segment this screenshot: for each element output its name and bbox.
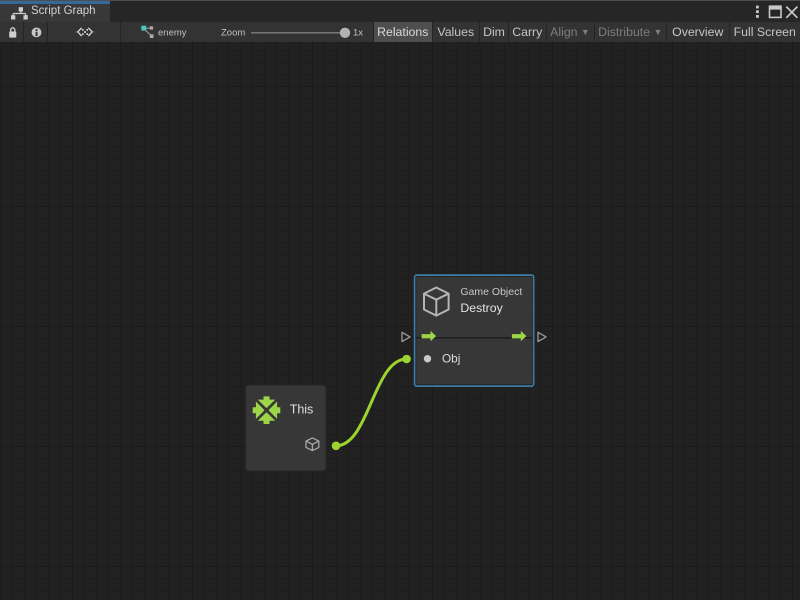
svg-text:This: This xyxy=(290,403,314,417)
svg-text:Obj: Obj xyxy=(442,352,460,366)
svg-text:Game Object: Game Object xyxy=(460,286,522,298)
svg-text:Zoom: Zoom xyxy=(221,28,245,39)
svg-text:1x: 1x xyxy=(353,28,363,39)
svg-text:Destroy: Destroy xyxy=(460,301,503,315)
svg-text:enemy: enemy xyxy=(158,27,187,38)
